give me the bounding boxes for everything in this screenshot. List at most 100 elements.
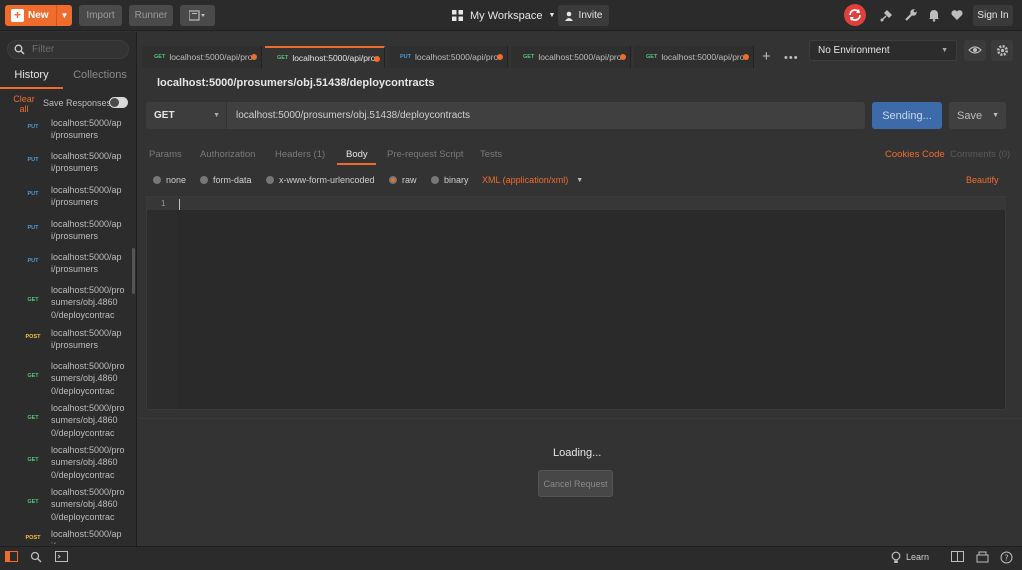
body-type-none[interactable]: none bbox=[153, 175, 186, 185]
search-icon bbox=[14, 44, 25, 55]
svg-text:?: ? bbox=[1004, 554, 1008, 563]
sidebar-scrollbar[interactable] bbox=[132, 248, 135, 294]
new-button[interactable]: + New ▼ bbox=[5, 5, 72, 26]
line-number: 1 bbox=[161, 199, 166, 208]
filter-input[interactable]: Filter bbox=[7, 40, 129, 59]
history-url: localhost:5000/prosumers/obj.48600/deplo… bbox=[51, 445, 125, 480]
learn-link[interactable]: Learn bbox=[906, 552, 929, 562]
method-badge: PUT bbox=[400, 54, 411, 60]
body-type-urlencoded[interactable]: x-www-form-urlencoded bbox=[266, 175, 375, 185]
invite-label: Invite bbox=[578, 10, 603, 21]
request-tab[interactable]: GET localhost:5000/api/pro bbox=[511, 46, 631, 68]
request-tab[interactable]: GET localhost:5000/api/pro bbox=[634, 46, 754, 68]
method-badge: PUT bbox=[27, 225, 39, 231]
more-icon[interactable]: ••• bbox=[784, 52, 799, 64]
grid-icon bbox=[452, 10, 463, 21]
content-type-label: XML (application/xml) bbox=[482, 175, 569, 185]
workspace-selector[interactable]: My Workspace ▼ bbox=[452, 7, 555, 24]
request-tab[interactable]: PUT localhost:5000/api/pro bbox=[388, 46, 508, 68]
tab-tests[interactable]: Tests bbox=[480, 149, 502, 160]
method-badge: GET bbox=[27, 415, 39, 421]
cookies-link[interactable]: Cookies bbox=[885, 149, 919, 160]
request-title: localhost:5000/prosumers/obj.51438/deplo… bbox=[157, 77, 435, 89]
history-url: localhost:5000/prosumers/obj.48600/deplo… bbox=[51, 285, 125, 320]
tab-history[interactable]: History bbox=[0, 69, 63, 89]
sync-icon[interactable] bbox=[844, 4, 866, 26]
method-badge: GET bbox=[27, 297, 39, 303]
sidebar-toggle-icon[interactable] bbox=[4, 551, 18, 564]
history-url: localhost:5000/api/prosumers bbox=[51, 529, 122, 544]
radio-icon bbox=[266, 176, 274, 184]
tab-params[interactable]: Params bbox=[149, 149, 182, 160]
help-icon[interactable]: ? bbox=[999, 551, 1013, 564]
cancel-request-button[interactable]: Cancel Request bbox=[538, 470, 613, 497]
runner-button[interactable]: Runner bbox=[129, 5, 173, 26]
sign-in-button[interactable]: Sign In bbox=[973, 5, 1013, 26]
body-type-raw[interactable]: raw bbox=[389, 175, 417, 185]
new-window-button[interactable] bbox=[180, 5, 215, 26]
body-editor[interactable]: 1 bbox=[146, 196, 1006, 410]
body-type-binary[interactable]: binary bbox=[431, 175, 469, 185]
two-pane-icon[interactable] bbox=[950, 551, 964, 564]
chevron-down-icon: ▼ bbox=[576, 176, 584, 184]
request-tab-bar: GET localhost:5000/api/pro GET localhost:50… bbox=[142, 46, 802, 68]
unsaved-dot-icon bbox=[251, 54, 257, 60]
body-type-form-data[interactable]: form-data bbox=[200, 175, 252, 185]
heart-icon[interactable] bbox=[950, 8, 964, 22]
body-type-label: raw bbox=[402, 175, 417, 185]
filter-placeholder: Filter bbox=[32, 44, 55, 55]
tab-headers-label: Headers (1) bbox=[275, 149, 326, 160]
clear-all-link[interactable]: Clear all bbox=[10, 94, 38, 114]
method-badge: GET bbox=[646, 54, 658, 60]
import-button[interactable]: Import bbox=[79, 5, 122, 26]
unsaved-dot-icon bbox=[620, 54, 626, 60]
tab-prerequest-script[interactable]: Pre-request Script bbox=[387, 149, 464, 160]
content-type-select[interactable]: XML (application/xml) ▼ bbox=[482, 175, 583, 185]
tab-headers[interactable]: Headers (1) bbox=[275, 149, 325, 160]
satellite-icon[interactable] bbox=[880, 8, 894, 22]
beautify-link[interactable]: Beautify bbox=[966, 175, 999, 185]
editor-gutter bbox=[147, 197, 177, 409]
save-responses-toggle[interactable] bbox=[109, 97, 128, 108]
method-badge: POST bbox=[25, 535, 41, 541]
comments-link[interactable]: Comments (0) bbox=[950, 149, 1010, 160]
save-button[interactable]: Save ▼ bbox=[949, 102, 1006, 129]
url-input[interactable]: localhost:5000/prosumers/obj.51438/deplo… bbox=[227, 102, 865, 129]
body-type-label: x-www-form-urlencoded bbox=[279, 175, 375, 185]
wrench-icon[interactable] bbox=[904, 8, 918, 22]
method-badge: POST bbox=[25, 334, 41, 340]
user-add-icon bbox=[564, 11, 573, 21]
unsaved-dot-icon bbox=[497, 54, 503, 60]
loading-text: Loading... bbox=[553, 447, 602, 459]
history-list: PUT localhost:5000/api/prosumers PUT localh… bbox=[0, 114, 132, 544]
history-url: localhost:5000/api/prosumers bbox=[51, 151, 122, 174]
request-tab[interactable]: GET localhost:5000/api/pro bbox=[142, 46, 262, 68]
invite-button[interactable]: Invite bbox=[558, 5, 609, 26]
gear-icon[interactable] bbox=[991, 40, 1013, 61]
new-window-icon bbox=[188, 10, 205, 21]
send-button[interactable]: Sending... bbox=[872, 102, 942, 129]
bell-icon[interactable] bbox=[927, 8, 941, 22]
method-badge: PUT bbox=[27, 124, 39, 130]
body-type-label: none bbox=[166, 175, 187, 185]
radio-icon bbox=[200, 176, 208, 184]
tab-body[interactable]: Body bbox=[346, 149, 368, 160]
environment-select[interactable]: No Environment ▼ bbox=[809, 40, 957, 61]
code-link[interactable]: Code bbox=[922, 149, 945, 160]
tab-authorization[interactable]: Authorization bbox=[200, 149, 255, 160]
console-icon[interactable] bbox=[54, 551, 68, 564]
lightbulb-icon[interactable] bbox=[889, 551, 903, 564]
request-tab[interactable]: GET localhost:5000/api/pro bbox=[265, 46, 385, 68]
history-url: localhost:5000/prosumers/obj.48600/deplo… bbox=[51, 487, 125, 522]
tab-collections[interactable]: Collections bbox=[63, 69, 137, 89]
body-type-label: binary bbox=[444, 175, 469, 185]
bootcamp-icon[interactable] bbox=[975, 551, 989, 564]
method-select[interactable]: GET ▼ bbox=[146, 102, 226, 129]
method-badge: GET bbox=[27, 499, 39, 505]
environment-label: No Environment bbox=[818, 45, 890, 56]
search-icon[interactable] bbox=[29, 551, 43, 564]
chevron-down-icon[interactable]: ▼ bbox=[56, 5, 72, 26]
eye-icon[interactable] bbox=[964, 40, 986, 61]
radio-selected-icon bbox=[389, 176, 397, 184]
plus-icon[interactable]: + bbox=[762, 49, 771, 64]
